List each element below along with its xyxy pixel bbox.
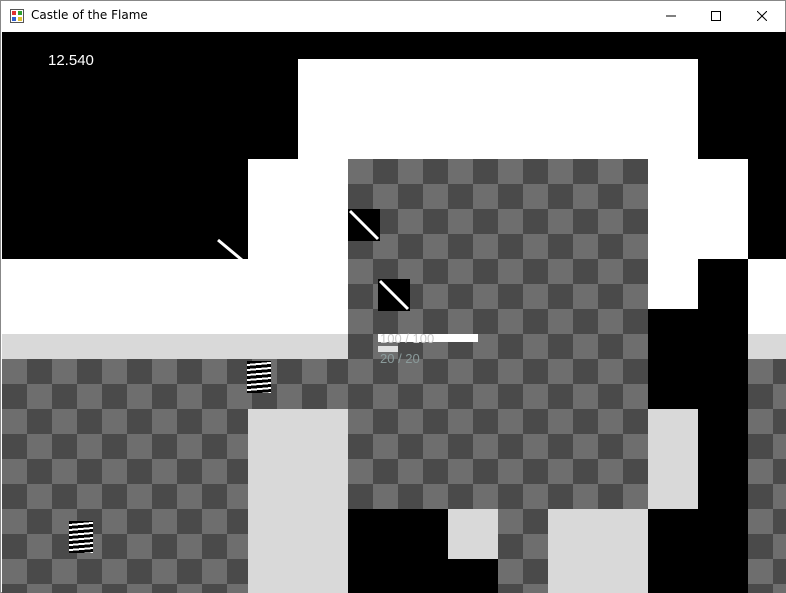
minimize-icon bbox=[666, 15, 676, 17]
floor-room bbox=[348, 409, 648, 509]
wall bbox=[648, 509, 698, 593]
pale-block bbox=[548, 509, 648, 593]
game-viewport[interactable]: 12.540 100 / 100 20 / 20 bbox=[2, 32, 786, 593]
maximize-icon bbox=[711, 11, 721, 21]
maximize-button[interactable] bbox=[693, 1, 739, 31]
floor-room bbox=[748, 359, 786, 593]
timer: 12.540 bbox=[48, 52, 94, 69]
pale-block bbox=[648, 409, 698, 509]
void-area bbox=[748, 259, 786, 334]
window-title: Castle of the Flame bbox=[31, 8, 148, 22]
wall bbox=[348, 509, 448, 593]
trap-tile bbox=[348, 209, 380, 241]
trap-slash bbox=[217, 238, 243, 260]
health-text: 100 / 100 bbox=[380, 331, 435, 346]
stairs-icon bbox=[69, 521, 93, 553]
floor-room bbox=[498, 509, 548, 593]
wall bbox=[448, 559, 498, 593]
app-icon bbox=[10, 9, 24, 23]
pale-block bbox=[448, 509, 498, 559]
player-sprite bbox=[378, 279, 410, 311]
pale-block bbox=[248, 409, 348, 593]
wall bbox=[698, 259, 748, 593]
close-icon bbox=[757, 11, 767, 21]
mana-text: 20 / 20 bbox=[380, 351, 420, 366]
game-window: Castle of the Flame 12.540 100 / 100 20 … bbox=[0, 0, 786, 593]
minimize-button[interactable] bbox=[648, 1, 694, 31]
title-bar[interactable]: Castle of the Flame bbox=[1, 1, 785, 31]
close-button[interactable] bbox=[739, 1, 785, 31]
void-area bbox=[298, 59, 698, 159]
stairs-icon bbox=[247, 361, 271, 393]
